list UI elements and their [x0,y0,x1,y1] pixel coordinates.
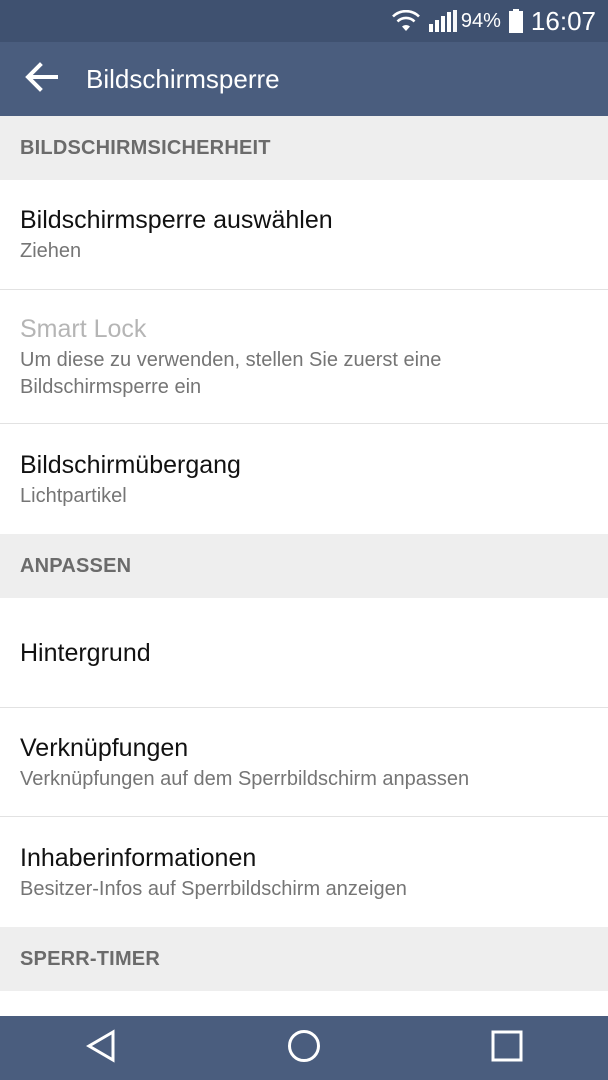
setting-title: Smart Lock [20,314,147,343]
battery-icon [508,9,523,33]
setting-hintergrund[interactable]: Hintergrund [0,598,608,708]
section-header-sperr-timer: SPERR-TIMER [0,927,608,991]
setting-title: Inhaberinformationen [20,843,257,872]
setting-subtitle: Verknüpfungen auf dem Sperrbildschirm an… [20,767,470,790]
setting-title: Verknüpfungen [20,733,189,762]
setting-verknuepfungen[interactable]: Verknüpfungen Verknüpfungen auf dem Sper… [0,708,608,817]
setting-smart-lock: Smart Lock Um diese zu verwenden, stelle… [0,290,608,424]
setting-subtitle: Besitzer-Infos auf Sperrbildschirm anzei… [20,877,407,900]
app-bar: Bildschirmsperre [0,42,608,116]
setting-bildschirmuebergang[interactable]: Bildschirmübergang Lichtpartikel [0,424,608,534]
section-header-anpassen: ANPASSEN [0,534,608,598]
section-header-bildschirmsicherheit: BILDSCHIRMSICHERHEIT [0,116,608,180]
setting-subtitle: Ziehen [20,240,82,262]
back-button[interactable] [0,42,84,116]
battery-percent: 94% [460,9,501,32]
page-title: Bildschirmsperre [86,63,280,94]
nav-home-icon [287,1029,321,1068]
nav-back-icon [85,1028,117,1068]
status-bar: 94% 16:07 [0,0,608,42]
setting-inhaberinformationen[interactable]: Inhaberinformationen Besitzer-Infos auf … [0,817,608,927]
back-arrow-icon [24,61,60,97]
nav-back-button[interactable] [61,1016,141,1080]
signal-icon [428,10,457,32]
status-time: 16:07 [530,5,596,36]
setting-subtitle: Um diese zu verwenden, stellen Sie zuers… [20,348,442,398]
wifi-icon [391,10,421,32]
setting-title: Hintergrund [20,638,151,667]
setting-title: Bildschirmsperre auswählen [20,206,333,234]
setting-title: Bildschirmübergang [20,450,241,479]
nav-recents-icon [491,1030,523,1067]
nav-home-button[interactable] [264,1016,344,1080]
navigation-bar [0,1016,608,1080]
setting-subtitle: Lichtpartikel [20,484,127,507]
setting-bildschirmsperre-auswaehlen[interactable]: Bildschirmsperre auswählen Ziehen [0,180,608,290]
settings-list: BILDSCHIRMSICHERHEIT Bildschirmsperre au… [0,116,608,991]
nav-recents-button[interactable] [467,1016,547,1080]
